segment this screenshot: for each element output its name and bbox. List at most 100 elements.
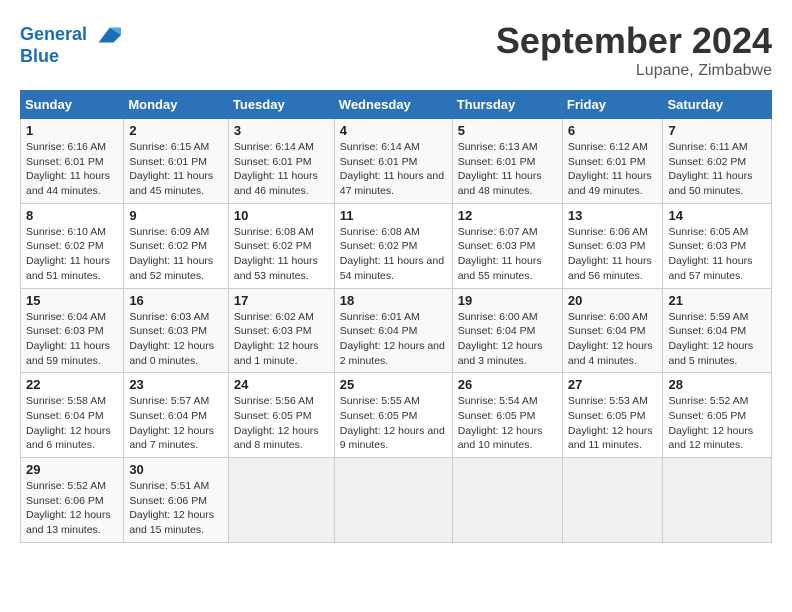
day-info: Sunrise: 5:54 AMSunset: 6:05 PMDaylight:… (458, 394, 557, 453)
day-info: Sunrise: 6:14 AMSunset: 6:01 PMDaylight:… (340, 140, 447, 199)
calendar-cell: 1 Sunrise: 6:16 AMSunset: 6:01 PMDayligh… (21, 119, 124, 204)
calendar-cell (228, 458, 334, 543)
weekday-header-wednesday: Wednesday (334, 91, 452, 119)
day-number: 7 (668, 123, 766, 138)
day-number: 24 (234, 377, 329, 392)
calendar-cell: 19 Sunrise: 6:00 AMSunset: 6:04 PMDaylig… (452, 288, 562, 373)
day-number: 28 (668, 377, 766, 392)
calendar-cell: 6 Sunrise: 6:12 AMSunset: 6:01 PMDayligh… (562, 119, 663, 204)
calendar-cell (562, 458, 663, 543)
calendar-cell: 15 Sunrise: 6:04 AMSunset: 6:03 PMDaylig… (21, 288, 124, 373)
day-number: 3 (234, 123, 329, 138)
calendar-cell: 11 Sunrise: 6:08 AMSunset: 6:02 PMDaylig… (334, 203, 452, 288)
day-number: 18 (340, 293, 447, 308)
day-info: Sunrise: 5:57 AMSunset: 6:04 PMDaylight:… (129, 394, 223, 453)
day-info: Sunrise: 6:03 AMSunset: 6:03 PMDaylight:… (129, 310, 223, 369)
calendar-week-5: 29 Sunrise: 5:52 AMSunset: 6:06 PMDaylig… (21, 458, 772, 543)
calendar-table: SundayMondayTuesdayWednesdayThursdayFrid… (20, 90, 772, 543)
calendar-cell: 5 Sunrise: 6:13 AMSunset: 6:01 PMDayligh… (452, 119, 562, 204)
day-number: 21 (668, 293, 766, 308)
calendar-cell: 28 Sunrise: 5:52 AMSunset: 6:05 PMDaylig… (663, 373, 772, 458)
day-info: Sunrise: 6:00 AMSunset: 6:04 PMDaylight:… (568, 310, 658, 369)
calendar-cell: 18 Sunrise: 6:01 AMSunset: 6:04 PMDaylig… (334, 288, 452, 373)
calendar-cell (663, 458, 772, 543)
day-number: 29 (26, 462, 118, 477)
day-number: 20 (568, 293, 658, 308)
day-number: 26 (458, 377, 557, 392)
calendar-cell: 12 Sunrise: 6:07 AMSunset: 6:03 PMDaylig… (452, 203, 562, 288)
day-info: Sunrise: 5:52 AMSunset: 6:06 PMDaylight:… (26, 479, 118, 538)
calendar-cell: 25 Sunrise: 5:55 AMSunset: 6:05 PMDaylig… (334, 373, 452, 458)
day-info: Sunrise: 6:13 AMSunset: 6:01 PMDaylight:… (458, 140, 557, 199)
calendar-week-3: 15 Sunrise: 6:04 AMSunset: 6:03 PMDaylig… (21, 288, 772, 373)
calendar-body: 1 Sunrise: 6:16 AMSunset: 6:01 PMDayligh… (21, 119, 772, 543)
day-info: Sunrise: 6:02 AMSunset: 6:03 PMDaylight:… (234, 310, 329, 369)
calendar-cell: 16 Sunrise: 6:03 AMSunset: 6:03 PMDaylig… (124, 288, 229, 373)
weekday-header-saturday: Saturday (663, 91, 772, 119)
calendar-cell: 29 Sunrise: 5:52 AMSunset: 6:06 PMDaylig… (21, 458, 124, 543)
calendar-cell (334, 458, 452, 543)
calendar-cell: 24 Sunrise: 5:56 AMSunset: 6:05 PMDaylig… (228, 373, 334, 458)
day-number: 6 (568, 123, 658, 138)
day-number: 19 (458, 293, 557, 308)
month-title: September 2024 (496, 20, 772, 62)
calendar-cell: 14 Sunrise: 6:05 AMSunset: 6:03 PMDaylig… (663, 203, 772, 288)
calendar-cell: 20 Sunrise: 6:00 AMSunset: 6:04 PMDaylig… (562, 288, 663, 373)
day-info: Sunrise: 6:01 AMSunset: 6:04 PMDaylight:… (340, 310, 447, 369)
day-info: Sunrise: 5:59 AMSunset: 6:04 PMDaylight:… (668, 310, 766, 369)
day-info: Sunrise: 6:08 AMSunset: 6:02 PMDaylight:… (340, 225, 447, 284)
calendar-cell: 10 Sunrise: 6:08 AMSunset: 6:02 PMDaylig… (228, 203, 334, 288)
day-info: Sunrise: 6:16 AMSunset: 6:01 PMDaylight:… (26, 140, 118, 199)
day-info: Sunrise: 6:15 AMSunset: 6:01 PMDaylight:… (129, 140, 223, 199)
weekday-header-thursday: Thursday (452, 91, 562, 119)
day-number: 16 (129, 293, 223, 308)
calendar-week-4: 22 Sunrise: 5:58 AMSunset: 6:04 PMDaylig… (21, 373, 772, 458)
calendar-cell: 2 Sunrise: 6:15 AMSunset: 6:01 PMDayligh… (124, 119, 229, 204)
day-number: 1 (26, 123, 118, 138)
day-info: Sunrise: 6:12 AMSunset: 6:01 PMDaylight:… (568, 140, 658, 199)
calendar-cell: 26 Sunrise: 5:54 AMSunset: 6:05 PMDaylig… (452, 373, 562, 458)
page-header: General Blue September 2024 Lupane, Zimb… (20, 20, 772, 80)
day-number: 13 (568, 208, 658, 223)
day-info: Sunrise: 6:05 AMSunset: 6:03 PMDaylight:… (668, 225, 766, 284)
calendar-cell: 8 Sunrise: 6:10 AMSunset: 6:02 PMDayligh… (21, 203, 124, 288)
weekday-header-tuesday: Tuesday (228, 91, 334, 119)
day-info: Sunrise: 5:53 AMSunset: 6:05 PMDaylight:… (568, 394, 658, 453)
day-info: Sunrise: 5:58 AMSunset: 6:04 PMDaylight:… (26, 394, 118, 453)
day-info: Sunrise: 6:00 AMSunset: 6:04 PMDaylight:… (458, 310, 557, 369)
weekday-header-friday: Friday (562, 91, 663, 119)
day-number: 17 (234, 293, 329, 308)
day-info: Sunrise: 5:55 AMSunset: 6:05 PMDaylight:… (340, 394, 447, 453)
day-info: Sunrise: 6:14 AMSunset: 6:01 PMDaylight:… (234, 140, 329, 199)
day-info: Sunrise: 5:52 AMSunset: 6:05 PMDaylight:… (668, 394, 766, 453)
calendar-cell: 9 Sunrise: 6:09 AMSunset: 6:02 PMDayligh… (124, 203, 229, 288)
day-number: 2 (129, 123, 223, 138)
day-number: 30 (129, 462, 223, 477)
calendar-week-1: 1 Sunrise: 6:16 AMSunset: 6:01 PMDayligh… (21, 119, 772, 204)
calendar-cell: 4 Sunrise: 6:14 AMSunset: 6:01 PMDayligh… (334, 119, 452, 204)
day-info: Sunrise: 6:10 AMSunset: 6:02 PMDaylight:… (26, 225, 118, 284)
calendar-cell: 27 Sunrise: 5:53 AMSunset: 6:05 PMDaylig… (562, 373, 663, 458)
title-block: September 2024 Lupane, Zimbabwe (496, 20, 772, 80)
day-number: 27 (568, 377, 658, 392)
day-info: Sunrise: 6:11 AMSunset: 6:02 PMDaylight:… (668, 140, 766, 199)
day-info: Sunrise: 6:07 AMSunset: 6:03 PMDaylight:… (458, 225, 557, 284)
calendar-cell: 30 Sunrise: 5:51 AMSunset: 6:06 PMDaylig… (124, 458, 229, 543)
day-number: 5 (458, 123, 557, 138)
day-number: 8 (26, 208, 118, 223)
location: Lupane, Zimbabwe (496, 62, 772, 80)
day-info: Sunrise: 6:08 AMSunset: 6:02 PMDaylight:… (234, 225, 329, 284)
day-number: 12 (458, 208, 557, 223)
logo-text: General (20, 24, 87, 46)
day-number: 22 (26, 377, 118, 392)
day-info: Sunrise: 5:56 AMSunset: 6:05 PMDaylight:… (234, 394, 329, 453)
day-number: 11 (340, 208, 447, 223)
day-number: 10 (234, 208, 329, 223)
day-info: Sunrise: 6:06 AMSunset: 6:03 PMDaylight:… (568, 225, 658, 284)
logo-icon (91, 20, 121, 50)
calendar-cell: 7 Sunrise: 6:11 AMSunset: 6:02 PMDayligh… (663, 119, 772, 204)
calendar-week-2: 8 Sunrise: 6:10 AMSunset: 6:02 PMDayligh… (21, 203, 772, 288)
calendar-cell: 23 Sunrise: 5:57 AMSunset: 6:04 PMDaylig… (124, 373, 229, 458)
day-info: Sunrise: 6:09 AMSunset: 6:02 PMDaylight:… (129, 225, 223, 284)
day-number: 4 (340, 123, 447, 138)
